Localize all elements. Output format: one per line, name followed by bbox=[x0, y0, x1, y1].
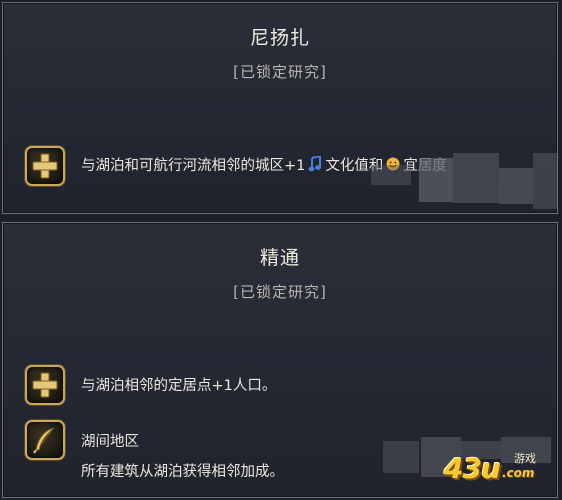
civic-card-nyanza: 尼扬扎 [已锁定研究] 与湖泊和可航行河流相邻的城区+1文化值和宜居度 bbox=[2, 2, 558, 214]
watermark-number: 43u bbox=[444, 452, 501, 485]
quill-icon bbox=[25, 420, 65, 460]
watermark-game-label: 游戏 bbox=[514, 452, 536, 465]
censor-block bbox=[533, 153, 557, 209]
ability-name: 湖间地区 bbox=[81, 434, 139, 450]
site-watermark: 43u 游戏 .com bbox=[444, 450, 554, 490]
effect-text: 与湖泊相邻的定居点+1人口。 bbox=[81, 378, 277, 394]
card-title: 精通 bbox=[259, 247, 300, 269]
locked-status: [已锁定研究] bbox=[233, 283, 327, 301]
plus-icon bbox=[25, 365, 65, 405]
locked-status: [已锁定研究] bbox=[233, 63, 327, 81]
effect-text: 与湖泊和可航行河流相邻的城区+1 bbox=[81, 158, 306, 174]
censor-block bbox=[371, 165, 411, 185]
card-title: 尼扬扎 bbox=[249, 27, 310, 49]
culture-icon bbox=[308, 154, 322, 176]
censor-block bbox=[419, 158, 453, 202]
censor-block bbox=[383, 441, 419, 473]
watermark-domain: .com bbox=[502, 466, 535, 480]
ability-description: 所有建筑从湖泊获得相邻加成。 bbox=[81, 464, 284, 480]
censor-block bbox=[453, 153, 499, 203]
plus-icon bbox=[25, 146, 65, 186]
censor-block bbox=[499, 168, 533, 204]
